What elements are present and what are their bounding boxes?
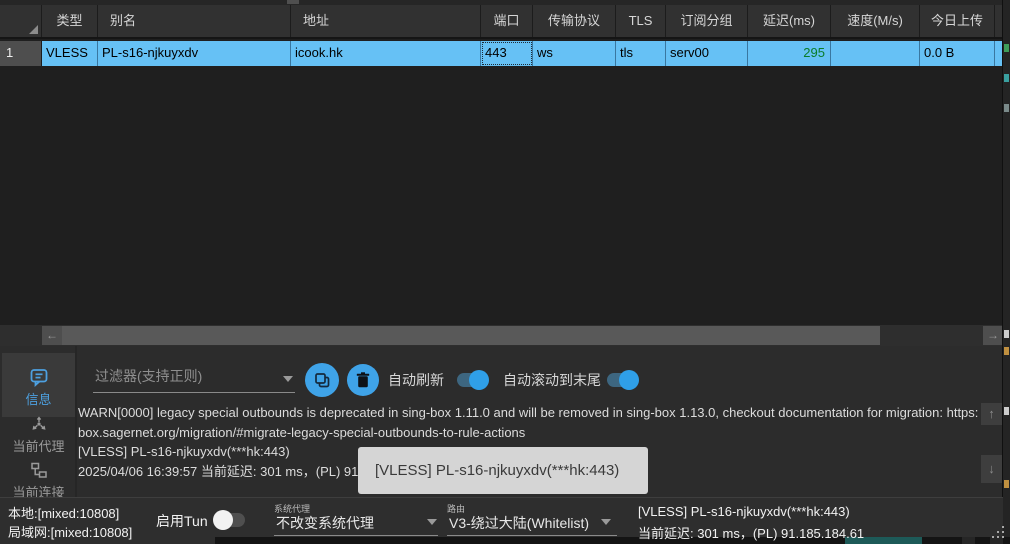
- proxy-table-row[interactable]: 1 VLESS PL-s16-njkuyxdv icook.hk 443 ws …: [0, 41, 1003, 66]
- row-number-cell[interactable]: 1: [0, 41, 42, 66]
- enable-tun-toggle[interactable]: [215, 513, 245, 527]
- log-scroll-up-button[interactable]: ↑: [981, 403, 1002, 425]
- auto-scroll-label: 自动滚动到末尾: [503, 372, 601, 388]
- sidebar-item-current-connections[interactable]: 当前连接: [2, 460, 75, 500]
- taskbar-segment: [990, 537, 1003, 544]
- proxy-table: 类型 别名 地址 端口 传输协议 TLS 订阅分组 延迟(ms) 速度(M/s)…: [0, 0, 1003, 346]
- sidebar-item-label: 信息: [25, 392, 51, 407]
- app-window: 类型 别名 地址 端口 传输协议 TLS 订阅分组 延迟(ms) 速度(M/s)…: [0, 0, 1010, 544]
- cell-group[interactable]: serv00: [666, 41, 748, 66]
- connections-icon: [29, 460, 49, 480]
- sliver-mark: [1004, 74, 1009, 82]
- arrow-up-icon: ↑: [988, 406, 995, 421]
- cell-alias[interactable]: PL-s16-njkuyxdv: [98, 41, 291, 66]
- local-listen-address: 本地:[mixed:10808]: [8, 503, 119, 522]
- auto-refresh-toggle[interactable]: [457, 373, 487, 387]
- corner-triangle-icon: [29, 25, 38, 34]
- sidebar-separator: [75, 346, 77, 497]
- background-window-sliver: [1003, 0, 1010, 537]
- share-arrows-icon: [29, 414, 49, 434]
- column-header-port[interactable]: 端口: [481, 5, 533, 37]
- node-tooltip: [VLESS] PL-s16-njkuyxdv(***hk:443): [358, 447, 648, 494]
- cell-upload-today[interactable]: 0.0 B: [920, 41, 995, 66]
- column-header-type[interactable]: 类型: [42, 5, 98, 37]
- sliver-mark: [1004, 347, 1009, 355]
- column-header-upload[interactable]: 今日上传: [920, 5, 995, 37]
- system-proxy-select[interactable]: 不改变系统代理: [276, 513, 374, 533]
- sidebar-item-info[interactable]: 信息: [2, 353, 75, 417]
- copy-log-button[interactable]: [305, 363, 339, 397]
- clear-log-button[interactable]: [347, 364, 379, 396]
- chevron-down-icon[interactable]: [427, 519, 437, 525]
- sliver-mark: [1004, 480, 1009, 488]
- filter-input[interactable]: [93, 366, 275, 384]
- route-select[interactable]: V3-绕过大陆(Whitelist): [449, 513, 589, 533]
- resize-grip-icon[interactable]: [992, 526, 1006, 538]
- column-header-address[interactable]: 地址: [291, 5, 481, 37]
- table-header-row: 类型 别名 地址 端口 传输协议 TLS 订阅分组 延迟(ms) 速度(M/s)…: [0, 5, 1003, 39]
- enable-tun-label: 启用Tun: [156, 511, 208, 531]
- toggle-knob: [619, 370, 639, 390]
- log-filter-field: [93, 366, 295, 393]
- log-scroll-down-button[interactable]: ↓: [981, 455, 1002, 483]
- column-header-latency[interactable]: 延迟(ms): [748, 5, 831, 37]
- cell-port[interactable]: 443: [481, 41, 533, 66]
- cell-type[interactable]: VLESS: [42, 41, 98, 66]
- arrow-right-icon: →: [987, 328, 999, 342]
- toggle-knob: [213, 510, 233, 530]
- decorative-notch: [287, 0, 299, 4]
- log-line: box.sagernet.org/migration/#migrate-lega…: [78, 423, 978, 443]
- lan-listen-address: 局域网:[mixed:10808]: [8, 522, 132, 541]
- dropdown-underline: [274, 535, 438, 536]
- sliver-mark: [1004, 407, 1009, 415]
- horizontal-scrollbar[interactable]: ← →: [0, 325, 1003, 346]
- chevron-down-icon[interactable]: [283, 376, 293, 382]
- cell-transport[interactable]: ws: [533, 41, 616, 66]
- column-header-alias[interactable]: 别名: [98, 5, 291, 37]
- select-all-corner[interactable]: [0, 5, 42, 37]
- arrow-down-icon: ↓: [988, 461, 995, 476]
- status-bar: 本地:[mixed:10808] 局域网:[mixed:10808] 启用Tun…: [0, 497, 1003, 537]
- column-header-transport[interactable]: 传输协议: [533, 5, 616, 37]
- cell-address[interactable]: icook.hk: [291, 41, 481, 66]
- message-icon: [29, 367, 49, 387]
- sliver-mark: [1004, 44, 1009, 52]
- column-header-tls[interactable]: TLS: [616, 5, 666, 37]
- scroll-right-button[interactable]: →: [983, 326, 1003, 345]
- dropdown-underline: [447, 535, 617, 536]
- column-header-speed[interactable]: 速度(M/s): [831, 5, 920, 37]
- sidebar-item-current-proxy[interactable]: 当前代理: [2, 414, 75, 456]
- trash-icon: [356, 372, 370, 388]
- horizontal-scrollbar-thumb[interactable]: [62, 326, 880, 345]
- column-header-group[interactable]: 订阅分组: [666, 5, 748, 37]
- auto-scroll-toggle[interactable]: [607, 373, 637, 387]
- sliver-mark: [1004, 104, 1009, 112]
- log-line: WARN[0000] legacy special outbounds is d…: [78, 403, 978, 423]
- copy-icon: [314, 372, 331, 389]
- sliver-mark: [1004, 330, 1009, 338]
- cell-tls[interactable]: tls: [616, 41, 666, 66]
- cell-speed[interactable]: [831, 41, 920, 66]
- sidebar-item-label: 当前代理: [12, 439, 64, 454]
- toggle-knob: [469, 370, 489, 390]
- arrow-left-icon: ←: [46, 328, 58, 342]
- chevron-down-icon[interactable]: [601, 519, 611, 525]
- taskbar-segment: [962, 537, 975, 544]
- scroll-left-button[interactable]: ←: [42, 326, 62, 345]
- cell-latency[interactable]: 295: [748, 41, 831, 66]
- current-node-text: [VLESS] PL-s16-njkuyxdv(***hk:443): [638, 504, 850, 519]
- auto-refresh-label: 自动刷新: [388, 372, 444, 388]
- current-latency-text: 当前延迟: 301 ms，(PL) 91.185.184.61: [638, 523, 864, 542]
